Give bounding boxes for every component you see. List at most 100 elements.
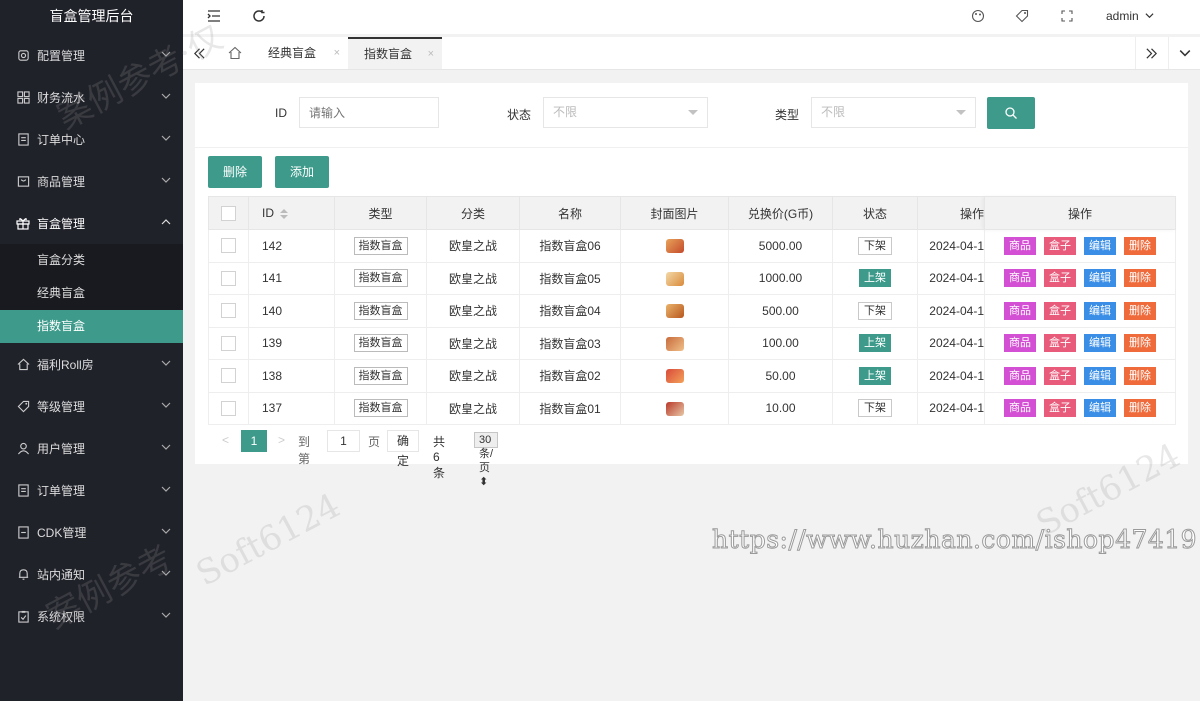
- theme-icon[interactable]: [971, 9, 985, 23]
- delete-button[interactable]: 删除: [208, 156, 263, 188]
- row-action-button-1[interactable]: 盒子: [1044, 269, 1076, 288]
- sort-icon[interactable]: [280, 208, 288, 220]
- menu-fold-icon[interactable]: [207, 9, 221, 23]
- sidebar-item-blindbox[interactable]: 盲盒管理: [0, 202, 183, 244]
- bag-icon: [16, 174, 30, 188]
- cover-thumbnail[interactable]: [665, 304, 684, 319]
- row-action-button-0[interactable]: 商品: [1004, 301, 1036, 320]
- goto-confirm-button[interactable]: 确定: [387, 430, 420, 468]
- row-action-button-2[interactable]: 编辑: [1084, 334, 1116, 353]
- row-action-button-0[interactable]: 商品: [1004, 269, 1036, 288]
- sidebar-item-goods[interactable]: 商品管理: [0, 160, 183, 202]
- add-button[interactable]: 添加: [275, 156, 330, 188]
- row-action-button-3[interactable]: 删除: [1124, 366, 1156, 385]
- tag-icon[interactable]: [1015, 9, 1029, 23]
- cell-type: 指数盲盒: [334, 229, 427, 263]
- sidebar-item-label: 等级管理: [37, 399, 86, 414]
- row-action-button-3[interactable]: 删除: [1124, 236, 1156, 255]
- row-action-button-3[interactable]: 删除: [1124, 334, 1156, 353]
- status-filter-select[interactable]: 不限: [543, 97, 708, 128]
- row-action-button-2[interactable]: 编辑: [1084, 399, 1116, 418]
- chevron-down-icon: [1145, 13, 1154, 19]
- type-tag: 指数盲盒: [353, 269, 408, 288]
- row-action-button-1[interactable]: 盒子: [1044, 399, 1076, 418]
- type-filter-select[interactable]: 不限: [811, 97, 976, 128]
- cover-thumbnail[interactable]: [665, 336, 684, 351]
- sidebar-item-label: CDK管理: [37, 525, 87, 540]
- row-action-button-2[interactable]: 编辑: [1084, 301, 1116, 320]
- row-action-button-0[interactable]: 商品: [1004, 366, 1036, 385]
- cell-id: 140: [248, 294, 335, 328]
- page-current[interactable]: 1: [241, 430, 267, 452]
- row-action-button-1[interactable]: 盒子: [1044, 301, 1076, 320]
- type-tag: 指数盲盒: [353, 236, 408, 255]
- sidebar-item-config[interactable]: 配置管理: [0, 34, 183, 76]
- select-all-checkbox[interactable]: [221, 205, 236, 221]
- sidebar-item-orders[interactable]: 订单管理: [0, 469, 183, 511]
- prev-page-icon[interactable]: <: [222, 433, 229, 447]
- sidebar-subitem-classic[interactable]: 经典盲盒: [0, 277, 183, 310]
- row-checkbox[interactable]: [221, 400, 236, 416]
- row-action-button-1[interactable]: 盒子: [1044, 366, 1076, 385]
- tab-classic-blindbox[interactable]: 经典盲盒 ×: [252, 37, 348, 69]
- column-header-name: 名称: [519, 196, 621, 230]
- row-action-button-0[interactable]: 商品: [1004, 236, 1036, 255]
- tab-bar: 经典盲盒 × 指数盲盒 ×: [183, 37, 1200, 70]
- tab-close-icon[interactable]: ×: [428, 39, 434, 69]
- sidebar-item-level[interactable]: 等级管理: [0, 385, 183, 427]
- sidebar-item-users[interactable]: 用户管理: [0, 427, 183, 469]
- row-checkbox[interactable]: [221, 368, 236, 384]
- type-tag: 指数盲盒: [353, 399, 408, 418]
- row-action-button-3[interactable]: 删除: [1124, 269, 1156, 288]
- sidebar-item-permission[interactable]: 系统权限: [0, 595, 183, 637]
- refresh-icon[interactable]: [252, 9, 266, 23]
- row-action-button-2[interactable]: 编辑: [1084, 366, 1116, 385]
- status-filter-label: 状态: [507, 108, 532, 122]
- cell-actions: 商品 盒子 编辑 删除: [984, 261, 1176, 295]
- tab-scroll-left-button[interactable]: [183, 37, 215, 69]
- row-checkbox[interactable]: [221, 303, 236, 319]
- sidebar-item-roll[interactable]: 福利Roll房: [0, 343, 183, 385]
- row-action-button-3[interactable]: 删除: [1124, 399, 1156, 418]
- search-button[interactable]: [987, 97, 1035, 129]
- row-checkbox[interactable]: [221, 335, 236, 351]
- tab-scroll-right-button[interactable]: [1135, 37, 1167, 69]
- sidebar-item-finance[interactable]: 财务流水: [0, 76, 183, 118]
- cover-thumbnail[interactable]: [665, 271, 684, 286]
- tab-menu-button[interactable]: [1168, 37, 1200, 69]
- row-action-button-2[interactable]: 编辑: [1084, 269, 1116, 288]
- fullscreen-icon[interactable]: [1060, 9, 1074, 23]
- sidebar-subitem-category[interactable]: 盲盒分类: [0, 244, 183, 277]
- goto-page-input[interactable]: 1: [327, 430, 360, 452]
- tab-home[interactable]: [219, 37, 251, 69]
- row-action-button-1[interactable]: 盒子: [1044, 236, 1076, 255]
- id-filter-input[interactable]: [299, 97, 439, 128]
- column-header-id[interactable]: ID: [248, 196, 335, 230]
- row-action-button-2[interactable]: 编辑: [1084, 236, 1116, 255]
- next-page-icon[interactable]: >: [278, 433, 285, 447]
- tab-close-icon[interactable]: ×: [334, 37, 340, 69]
- status-badge: 下架: [858, 301, 892, 320]
- cover-thumbnail[interactable]: [665, 369, 684, 384]
- sidebar-item-cdk[interactable]: CDK管理: [0, 511, 183, 553]
- tab-index-blindbox[interactable]: 指数盲盒 ×: [348, 37, 442, 69]
- row-action-button-0[interactable]: 商品: [1004, 399, 1036, 418]
- status-filter-value: 不限: [553, 105, 578, 119]
- row-action-button-1[interactable]: 盒子: [1044, 334, 1076, 353]
- cover-thumbnail[interactable]: [665, 401, 684, 416]
- user-menu[interactable]: admin: [1106, 9, 1154, 23]
- row-checkbox[interactable]: [221, 270, 236, 286]
- cell-actions: 商品 盒子 编辑 删除: [984, 359, 1176, 393]
- row-action-button-0[interactable]: 商品: [1004, 334, 1036, 353]
- per-page-select[interactable]: 30 条/页 ⬍: [474, 432, 499, 488]
- row-action-button-3[interactable]: 删除: [1124, 301, 1156, 320]
- cell-date: 2024-04-1: [917, 229, 985, 263]
- status-badge: 上架: [859, 366, 891, 385]
- cell-actions: 商品 盒子 编辑 删除: [984, 326, 1176, 360]
- watermark-url: https://www.huzhan.com/ishop47419: [711, 525, 1198, 555]
- cover-thumbnail[interactable]: [665, 239, 684, 254]
- sidebar-item-order-center[interactable]: 订单中心: [0, 118, 183, 160]
- row-checkbox[interactable]: [221, 238, 236, 254]
- sidebar-subitem-index[interactable]: 指数盲盒: [0, 310, 183, 343]
- sidebar-item-notice[interactable]: 站内通知: [0, 553, 183, 595]
